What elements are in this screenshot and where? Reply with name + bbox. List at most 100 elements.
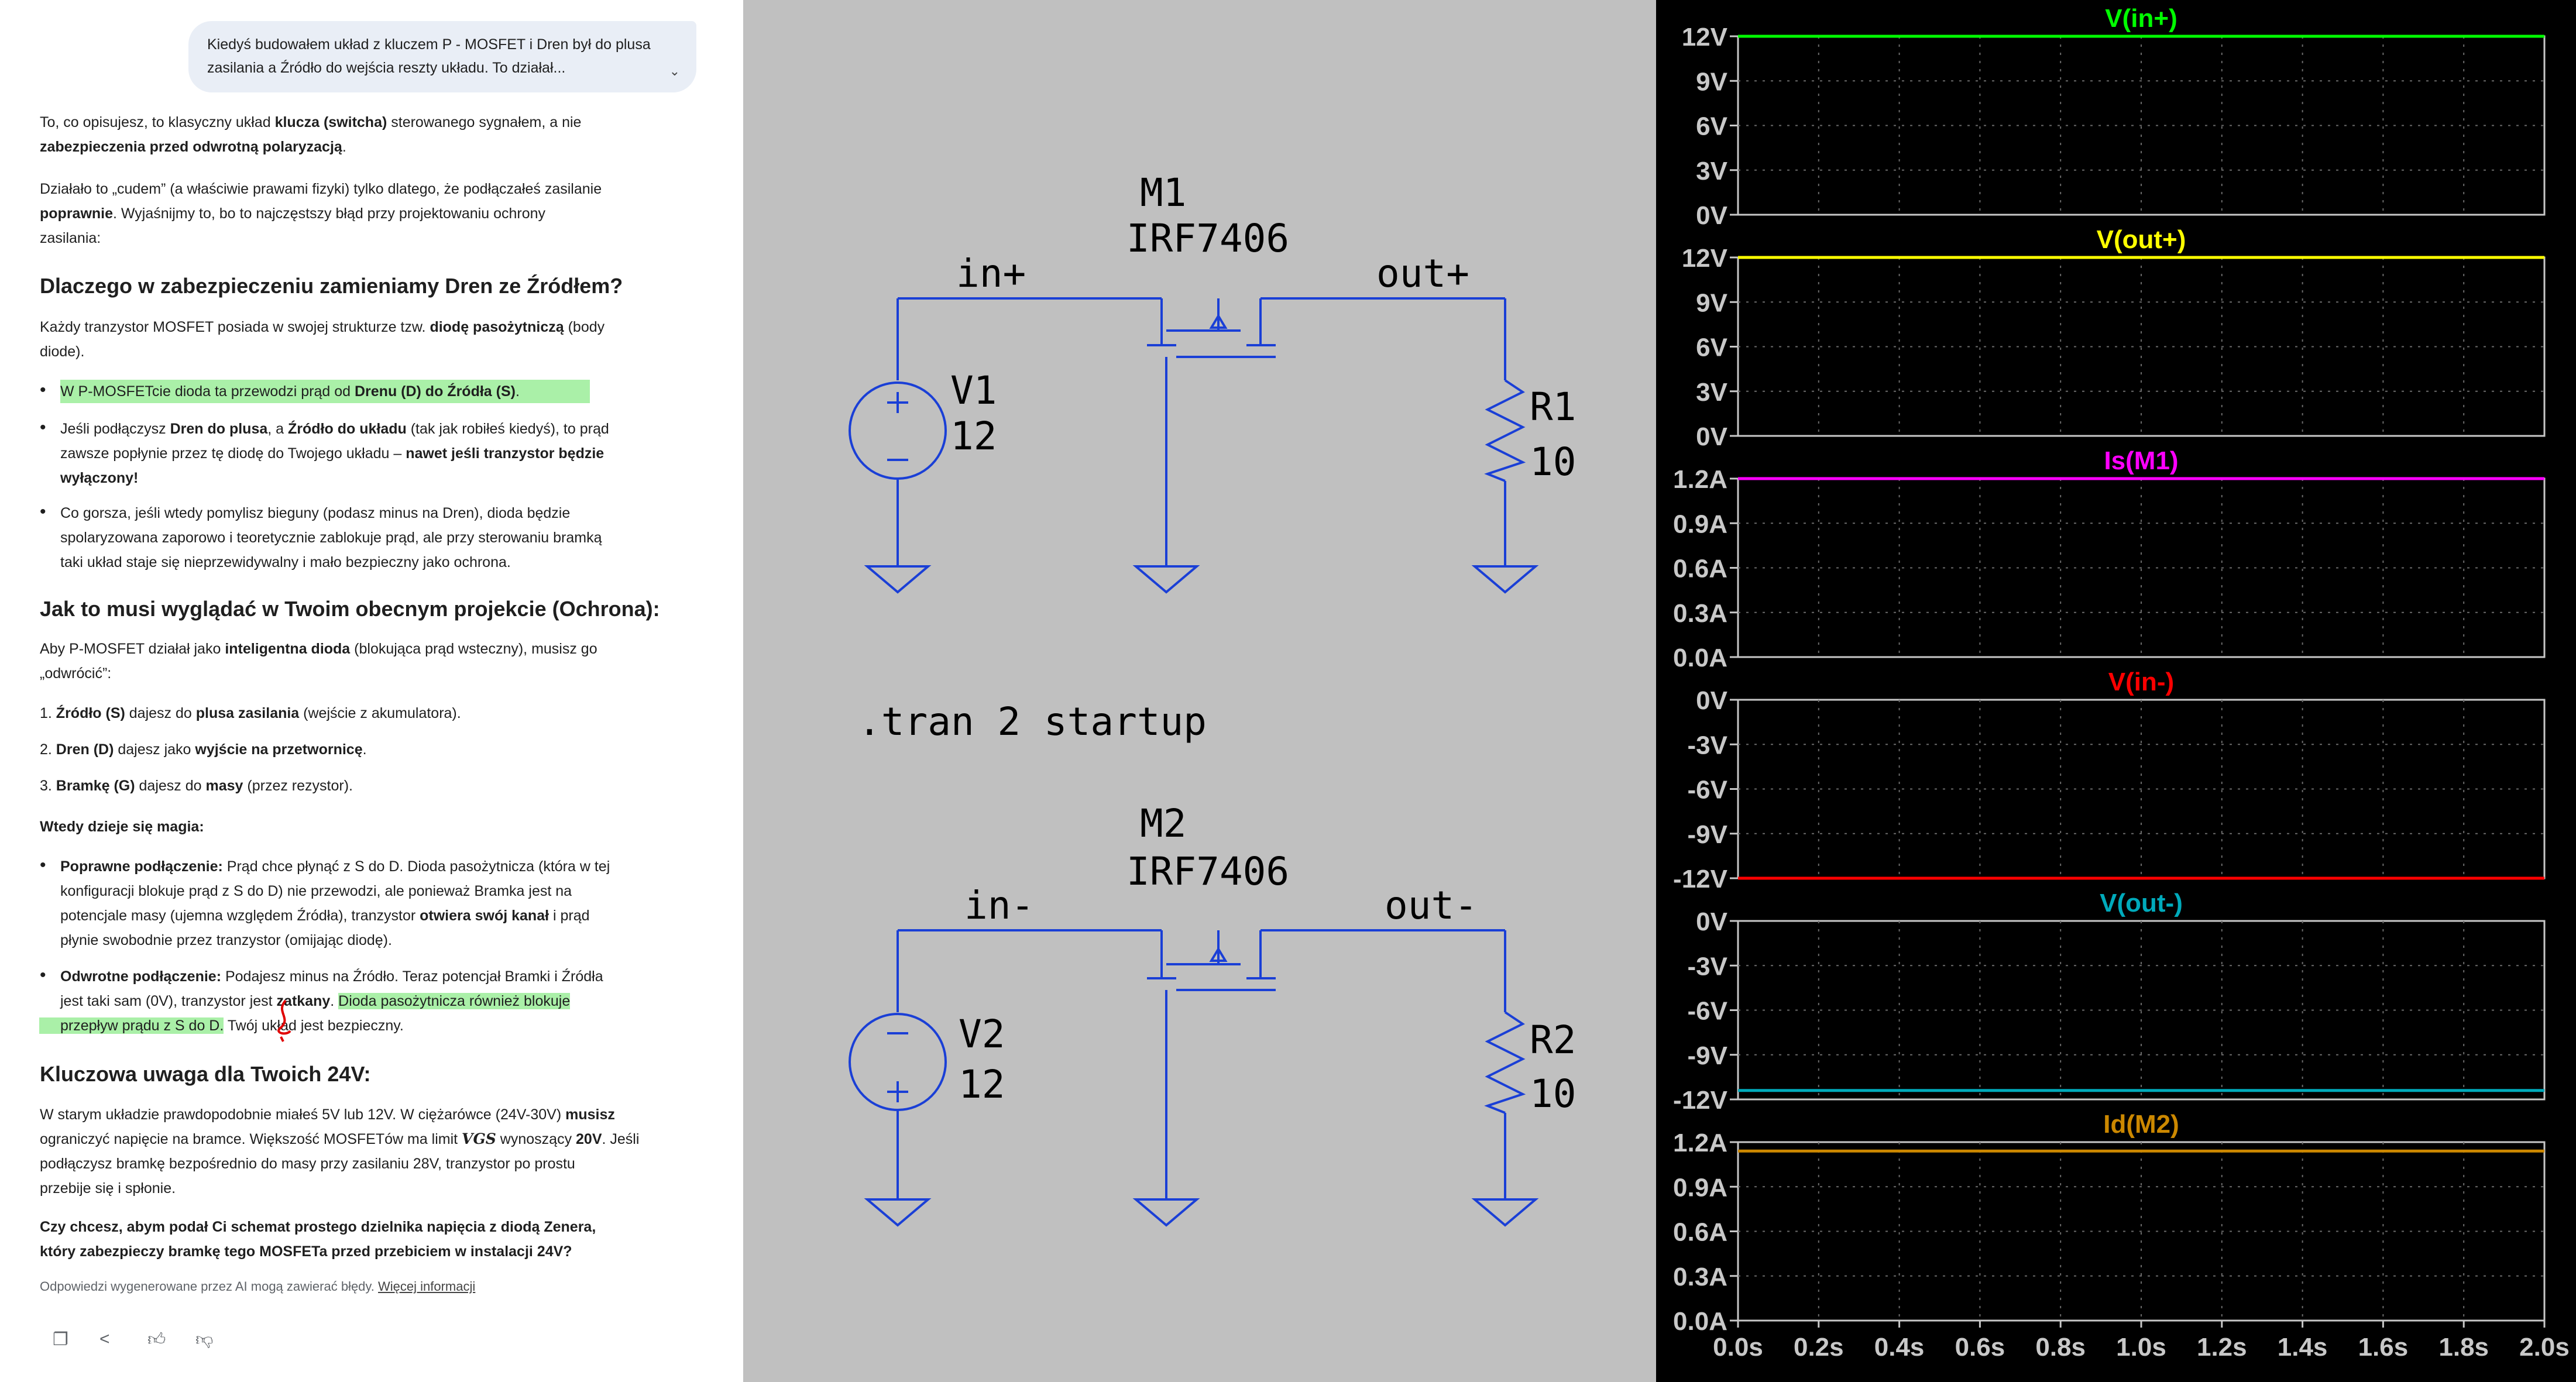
net-label-in-minus: in-: [964, 883, 1034, 928]
trace-title[interactable]: V(out+): [2097, 225, 2186, 254]
x-tick-label: 1.2s: [2197, 1333, 2247, 1362]
y-tick-label: 0V: [1696, 422, 1727, 451]
thumbs-down-icon[interactable]: 👎︎: [195, 1329, 213, 1350]
v2-value-label: 12: [959, 1062, 1005, 1107]
y-tick-label: 9V: [1696, 288, 1727, 317]
net-label-in-plus: in+: [956, 251, 1026, 296]
y-tick-label: 0.6A: [1673, 555, 1727, 583]
user-message-text: Kiedyś budowałem układ z kluczem P - MOS…: [207, 36, 651, 76]
x-tick-label: 0.0s: [1713, 1333, 1763, 1362]
trace-title[interactable]: Id(M2): [2103, 1110, 2179, 1139]
thumbs-up-icon[interactable]: 👍︎: [147, 1329, 166, 1350]
y-tick-label: 0.6A: [1673, 1218, 1727, 1247]
y-tick-label: -12V: [1673, 1086, 1728, 1115]
r2-value-label: 10: [1530, 1071, 1576, 1116]
share-icon[interactable]: <: [99, 1329, 110, 1349]
follow-up-question: Czy chcesz, abym podał Ci schemat proste…: [40, 1219, 596, 1260]
waveform-viewer-panel[interactable]: 12V 9V 6V 3V 0V V(in+) 12V 9V 6V 3V 0V V(out+) 1.2A 0…: [1656, 0, 2576, 1382]
x-tick-label: 1.8s: [2438, 1333, 2489, 1362]
x-tick-label: 0.4s: [1874, 1333, 1925, 1362]
answer-paragraph-1: To, co opisujesz, to klasyczny układ klu…: [40, 114, 582, 155]
y-tick-label: 12V: [1682, 244, 1728, 273]
y-tick-label: 0.3A: [1673, 599, 1727, 628]
y-tick-label: -6V: [1688, 776, 1728, 805]
x-tick-label: 0.8s: [2035, 1333, 2086, 1362]
spice-directive[interactable]: .tran 2 startup: [858, 699, 1207, 744]
y-tick-label: 0V: [1696, 201, 1727, 230]
r2-name-label: R2: [1530, 1017, 1576, 1063]
ai-disclaimer: Odpowiedzi wygenerowane przez AI mogą za…: [40, 1279, 476, 1294]
y-tick-label: 0.9A: [1673, 510, 1727, 538]
bullet-icon: •: [40, 502, 46, 521]
waveform-plots[interactable]: 12V 9V 6V 3V 0V V(in+) 12V 9V 6V 3V 0V V(out+) 1.2A 0…: [1656, 0, 2576, 1382]
bullet-icon: •: [40, 418, 46, 437]
x-tick-label: 0.6s: [1955, 1333, 2005, 1362]
red-squiggle-annotation: [277, 999, 291, 1042]
v1-value-label: 12: [950, 414, 997, 459]
copy-icon[interactable]: ❐: [53, 1329, 68, 1350]
schematic-panel[interactable]: M1 IRF7406 in+ out+ V1 12 R1 10 .tran 2 …: [743, 0, 1656, 1382]
x-tick-label: 1.4s: [2278, 1333, 2328, 1362]
user-message-bubble[interactable]: Kiedyś budowałem układ z kluczem P - MOS…: [188, 21, 696, 92]
bullet-icon: •: [40, 380, 46, 400]
y-tick-label: 1.2A: [1673, 1129, 1727, 1157]
x-tick-label: 2.0s: [2519, 1333, 2570, 1362]
m2-model-label: IRF7406: [1126, 849, 1289, 894]
trace-title[interactable]: V(out-): [2100, 889, 2183, 917]
y-tick-label: -9V: [1688, 820, 1728, 849]
y-tick-label: 3V: [1696, 378, 1727, 407]
y-tick-label: -3V: [1688, 952, 1728, 981]
heading-3: Kluczowa uwaga dla Twoich 24V:: [40, 1062, 371, 1086]
x-tick-label: 0.2s: [1794, 1333, 1844, 1362]
x-tick-label: 1.0s: [2116, 1333, 2166, 1362]
y-tick-label: 9V: [1696, 67, 1727, 96]
y-tick-label: -12V: [1673, 865, 1728, 893]
answer-paragraph-2: Działało to „cudem” (a właściwie prawami…: [40, 181, 602, 246]
bullet-item-1: W P-MOSFETcie dioda ta przewodzi prąd od…: [60, 379, 698, 404]
bullet-item-3: Co gorsza, jeśli wtedy pomylisz bieguny …: [60, 505, 602, 570]
more-info-link[interactable]: Więcej informacji: [378, 1279, 475, 1294]
y-tick-label: 12V: [1682, 23, 1728, 51]
bullet-icon: •: [40, 965, 46, 985]
y-tick-label: 0.3A: [1673, 1263, 1727, 1291]
trace-title[interactable]: Is(M1): [2104, 446, 2178, 475]
heading-2: Jak to musi wyglądać w Twoim obecnym pro…: [40, 597, 660, 621]
r1-name-label: R1: [1530, 384, 1576, 429]
bullet-item-2: Jeśli podłączysz Dren do plusa, a Źródło…: [60, 421, 609, 486]
y-tick-label: 1.2A: [1673, 465, 1727, 494]
y-tick-label: 0V: [1696, 907, 1727, 936]
answer-paragraph-6: W starym układzie prawdopodobnie miałeś …: [40, 1106, 640, 1197]
y-tick-label: 6V: [1696, 334, 1727, 362]
numbered-item-1: 1. Źródło (S) dajesz do plusa zasilania …: [40, 705, 461, 721]
net-label-out-minus: out-: [1385, 883, 1478, 928]
y-tick-label: 0V: [1696, 686, 1727, 715]
v2-name-label: V2: [959, 1012, 1005, 1057]
y-tick-label: 0.9A: [1673, 1173, 1727, 1202]
net-label-out-plus: out+: [1376, 251, 1469, 296]
y-tick-label: 0.0A: [1673, 644, 1727, 672]
answer-paragraph-5: Wtedy dzieje się magia:: [40, 819, 204, 835]
x-tick-label: 1.6s: [2358, 1333, 2409, 1362]
numbered-item-3: 3. Bramkę (G) dajesz do masy (przez rezy…: [40, 778, 353, 794]
bullet-item-5: Odwrotne podłączenie: Podajesz minus na …: [39, 964, 698, 1038]
y-tick-label: -6V: [1688, 997, 1728, 1026]
y-tick-label: 3V: [1696, 157, 1727, 185]
v1-name-label: V1: [950, 368, 997, 413]
m2-name-label: M2: [1140, 801, 1186, 846]
answer-paragraph-4: Aby P-MOSFET działał jako inteligentna d…: [40, 641, 597, 682]
y-tick-label: 6V: [1696, 112, 1727, 141]
y-tick-label: -3V: [1688, 731, 1728, 759]
trace-title[interactable]: V(in+): [2105, 4, 2177, 33]
expand-chevron-icon[interactable]: ⌄: [669, 60, 680, 83]
numbered-item-2: 2. Dren (D) dajesz jako wyjście na przet…: [40, 741, 367, 758]
bullet-icon: •: [40, 855, 46, 875]
heading-1: Dlaczego w zabezpieczeniu zamieniamy Dre…: [40, 274, 623, 298]
chat-panel: Kiedyś budowałem układ z kluczem P - MOS…: [0, 0, 743, 1382]
m1-name-label: M1: [1140, 170, 1186, 215]
y-tick-label: -9V: [1688, 1041, 1728, 1070]
m1-model-label: IRF7406: [1126, 216, 1289, 261]
bullet-item-4: Poprawne podłączenie: Prąd chce płynąć z…: [60, 858, 610, 948]
trace-title[interactable]: V(in-): [2108, 668, 2174, 696]
answer-paragraph-3: Każdy tranzystor MOSFET posiada w swojej…: [40, 319, 605, 360]
y-tick-label: 0.0A: [1673, 1307, 1727, 1336]
